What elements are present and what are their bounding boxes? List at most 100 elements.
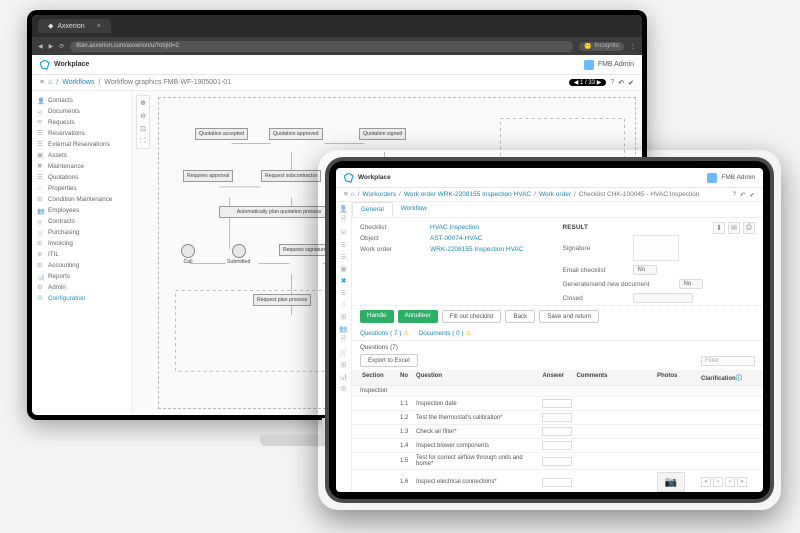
table-row[interactable]: 1.2Test the thermostat's calibration* — [352, 410, 763, 424]
node-req-approval[interactable]: Requires approval — [183, 170, 233, 182]
close-icon[interactable]: × — [97, 23, 101, 30]
answer-input[interactable] — [542, 457, 572, 466]
sidebar-item-assets[interactable]: ▣Assets — [34, 150, 129, 161]
table-row[interactable]: 1.5Test for correct airflow through unit… — [352, 452, 763, 469]
fill-checklist-button[interactable]: Fill out checklist — [442, 310, 502, 323]
node-call[interactable]: Call — [181, 244, 195, 265]
crumb-workflows[interactable]: Workflows — [62, 79, 94, 86]
email-chk-select[interactable]: No — [633, 265, 657, 275]
tab-workflow[interactable]: Workflow — [393, 202, 435, 217]
sidebar-item-maintenance[interactable]: ✖Maintenance — [34, 161, 129, 172]
side-employees-icon[interactable]: 👥 — [339, 324, 348, 333]
node-quote-approved[interactable]: Quotation approved — [269, 128, 323, 140]
print-icon[interactable]: ⎙ — [743, 222, 755, 234]
reload-icon[interactable]: ⟳ — [59, 43, 64, 50]
col-section[interactable]: Section — [360, 373, 398, 382]
col-clarification[interactable]: Clarificationⓘ — [699, 373, 755, 382]
hamburger-icon[interactable]: ≡ — [40, 79, 44, 86]
object-value[interactable]: AST-00074-HVAC — [430, 235, 482, 242]
sidebar-item-contracts[interactable]: 🗎Contracts — [34, 216, 129, 227]
camera-icon[interactable]: 📷 — [657, 472, 685, 492]
side-properties-icon[interactable]: ⌂ — [339, 300, 348, 309]
annuleer-button[interactable]: Annulleer — [398, 310, 438, 323]
handle-button[interactable]: Handle — [360, 310, 394, 323]
sidebar-item-contacts[interactable]: 👤Contacts — [34, 95, 129, 106]
table-row[interactable]: 1.4Inspect blower components — [352, 438, 763, 452]
back-icon[interactable]: ◀ — [38, 43, 43, 50]
side-documents-icon[interactable]: 🗎 — [339, 216, 348, 225]
answer-input[interactable] — [542, 478, 572, 487]
col-comments[interactable]: Comments — [574, 373, 655, 382]
pager-first[interactable]: « — [701, 477, 711, 487]
node-quote-signed[interactable]: Quotation signed — [359, 128, 406, 140]
node-req-subcontractor[interactable]: Request subcontractor — [261, 170, 321, 182]
table-row[interactable]: 1.3Check air filter* — [352, 424, 763, 438]
filter-input[interactable]: Filter — [701, 356, 755, 366]
col-answer[interactable]: Answer — [540, 373, 574, 382]
side-contacts-icon[interactable]: 👤 — [339, 204, 348, 213]
sidebar-item-ext-reservations[interactable]: ☰External Reservations — [34, 139, 129, 150]
subtab-documents[interactable]: Documents ( 0 ) ⚠ — [419, 330, 471, 337]
fullscreen-icon[interactable]: ⛶ — [137, 135, 149, 148]
side-requests-icon[interactable]: ✉ — [339, 228, 348, 237]
zoom-out-icon[interactable]: ⊖ — [137, 109, 149, 122]
answer-input[interactable] — [542, 441, 572, 450]
checklist-value[interactable]: HVAC Inspection — [430, 224, 479, 231]
crumb-workorders[interactable]: Workorders — [363, 191, 396, 198]
answer-input[interactable] — [542, 413, 572, 422]
fit-icon[interactable]: ⊡ — [137, 122, 149, 135]
home-icon[interactable]: ⌂ — [48, 79, 52, 86]
side-reports-icon[interactable]: 📊 — [339, 372, 348, 381]
node-quote-accepted[interactable]: Quotation accepted — [195, 128, 248, 140]
node-submitted[interactable]: Submitted — [227, 244, 250, 265]
help-icon[interactable]: ? — [610, 79, 614, 86]
zoom-in-icon[interactable]: ⊕ — [137, 96, 149, 109]
browser-tab[interactable]: ◆ Axxerion × — [38, 19, 111, 33]
answer-input[interactable] — [542, 427, 572, 436]
signature-box[interactable] — [633, 235, 679, 261]
side-condition-icon[interactable]: ⊞ — [339, 312, 348, 321]
side-contracts-icon[interactable]: 🗎 — [339, 336, 348, 345]
help-icon[interactable]: ? — [732, 191, 736, 199]
answer-input[interactable] — [542, 399, 572, 408]
side-reservations-icon[interactable]: ☰ — [339, 240, 348, 249]
pager-last[interactable]: » — [737, 477, 747, 487]
workorder-value[interactable]: WRK-2208155 Inspection HVAC — [430, 246, 523, 253]
user-box[interactable]: FMB Admin — [584, 60, 634, 70]
sidebar-item-quotations[interactable]: ☰Quotations — [34, 172, 129, 183]
forward-icon[interactable]: ▶ — [49, 43, 54, 50]
side-admin-icon[interactable]: ⚙ — [339, 384, 348, 393]
menu-icon[interactable]: ⋮ — [630, 43, 636, 50]
sidebar-item-configuration[interactable]: ⚙Configuration — [34, 293, 129, 304]
side-assets-icon[interactable]: ▣ — [339, 264, 348, 273]
sidebar-item-purchasing[interactable]: 🛒Purchasing — [34, 227, 129, 238]
user-box[interactable]: FMB Admin — [707, 173, 755, 183]
col-no[interactable]: No — [398, 373, 414, 382]
export-excel-button[interactable]: Export to Excel — [360, 354, 418, 367]
side-quotations-icon[interactable]: ☰ — [339, 288, 348, 297]
side-purchasing-icon[interactable]: 🛒 — [339, 348, 348, 357]
crumb-wo-short[interactable]: Work order — [539, 191, 571, 198]
pager-next[interactable]: › — [725, 477, 735, 487]
save-return-button[interactable]: Save and return — [539, 310, 599, 323]
subtab-questions[interactable]: Questions ( 7 ) ⚠ — [360, 330, 409, 337]
sidebar-item-reports[interactable]: 📊Reports — [34, 271, 129, 282]
sidebar-item-itil[interactable]: ⊕ITIL — [34, 249, 129, 260]
side-ext-res-icon[interactable]: ☰ — [339, 252, 348, 261]
table-row[interactable]: 1.1Inspection date — [352, 396, 763, 410]
back-arrow-icon[interactable]: ↶ — [740, 191, 745, 199]
download-icon[interactable]: ⬇ — [713, 222, 725, 234]
sidebar-item-accounting[interactable]: ⊞Accounting — [34, 260, 129, 271]
sidebar-item-documents[interactable]: 🗎Documents — [34, 106, 129, 117]
sidebar-item-admin[interactable]: ⚙Admin — [34, 282, 129, 293]
sidebar-item-condition[interactable]: ⊞Condition Maintenance — [34, 194, 129, 205]
side-maintenance-icon[interactable]: ✖ — [339, 276, 348, 285]
back-arrow-icon[interactable]: ↶ — [618, 79, 624, 87]
pager-prev[interactable]: ‹ — [713, 477, 723, 487]
group-inspection[interactable]: Inspection — [352, 385, 763, 396]
sidebar-item-invoicing[interactable]: ⊞Invoicing — [34, 238, 129, 249]
side-invoicing-icon[interactable]: ⊞ — [339, 360, 348, 369]
hamburger-icon[interactable]: ≡ — [344, 191, 348, 198]
closed-input[interactable] — [633, 293, 693, 303]
sidebar-item-employees[interactable]: 👥Employees — [34, 205, 129, 216]
